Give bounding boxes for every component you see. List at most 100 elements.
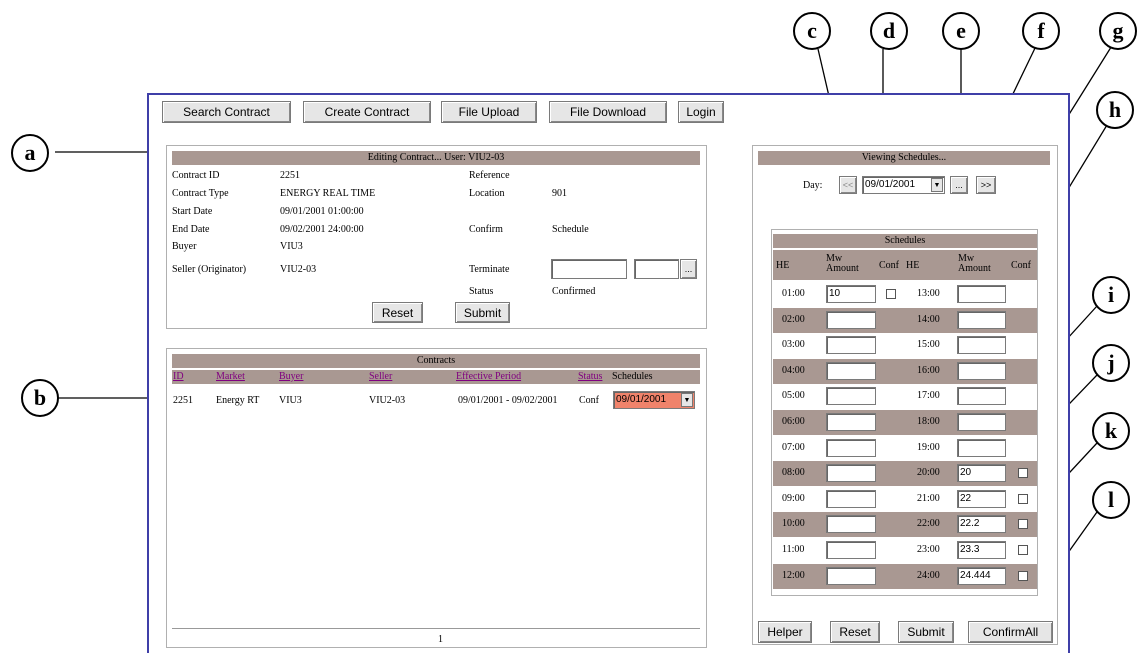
callout-i: i — [1092, 276, 1130, 314]
callout-h: h — [1096, 91, 1134, 129]
schedule-mw-input[interactable] — [957, 439, 1006, 457]
col-he-1: HE — [776, 260, 790, 271]
row-market: Energy RT — [216, 395, 260, 406]
schedule-mw-input[interactable] — [826, 413, 876, 431]
chevron-down-icon[interactable]: ▼ — [931, 178, 943, 192]
seller-label: Seller (Originator) — [172, 264, 247, 275]
login-button[interactable]: Login — [678, 101, 724, 123]
col-seller-link[interactable]: Seller — [369, 371, 392, 382]
schedule-mw-input[interactable] — [826, 490, 876, 508]
prev-day-button[interactable]: << — [839, 176, 857, 194]
terminate-picker-button[interactable]: ... — [680, 259, 697, 279]
schedule-mw-input[interactable] — [826, 515, 876, 533]
schedule-conf-checkbox[interactable] — [1018, 545, 1028, 555]
schedule-he: 08:00 — [782, 467, 805, 478]
terminate-date-input[interactable] — [551, 259, 627, 279]
schedule-conf-checkbox[interactable] — [886, 289, 896, 299]
schedule-conf-checkbox[interactable] — [1018, 571, 1028, 581]
schedule-mw-input[interactable] — [826, 567, 876, 585]
schedule-mw-input[interactable] — [957, 413, 1006, 431]
reference-label: Reference — [469, 170, 510, 181]
schedule-mw-input[interactable] — [826, 464, 876, 482]
schedule-he: 24:00 — [917, 570, 940, 581]
confirm-all-button[interactable]: ConfirmAll — [968, 621, 1053, 643]
schedule-mw-input[interactable] — [826, 439, 876, 457]
row-buyer: VIU3 — [279, 395, 302, 406]
schedule-mw-input[interactable] — [957, 336, 1006, 354]
callout-f: f — [1022, 12, 1060, 50]
file-upload-button[interactable]: File Upload — [441, 101, 537, 123]
schedule-he: 18:00 — [917, 416, 940, 427]
confirm-value: Schedule — [552, 224, 589, 235]
next-day-button[interactable]: >> — [976, 176, 996, 194]
schedule-he: 07:00 — [782, 442, 805, 453]
schedule-reset-button[interactable]: Reset — [830, 621, 880, 643]
schedule-he: 14:00 — [917, 314, 940, 325]
schedule-mw-input[interactable] — [826, 387, 876, 405]
col-buyer-link[interactable]: Buyer — [279, 371, 303, 382]
schedule-he: 15:00 — [917, 339, 940, 350]
schedule-mw-input[interactable] — [826, 541, 876, 559]
schedule-mw-input[interactable] — [957, 311, 1006, 329]
schedule-mw-input[interactable]: 20 — [957, 464, 1006, 482]
editing-contract-header: Editing Contract... User: VIU2-03 — [172, 151, 700, 165]
col-mw-2-line2: Amount — [958, 263, 991, 274]
col-he-2: HE — [906, 260, 920, 271]
buyer-label: Buyer — [172, 241, 197, 252]
schedule-mw-input[interactable]: 10 — [826, 285, 876, 303]
create-contract-button[interactable]: Create Contract — [303, 101, 431, 123]
col-id-link[interactable]: ID — [173, 371, 184, 382]
schedule-he: 10:00 — [782, 518, 805, 529]
schedules-header: Schedules — [773, 234, 1037, 248]
row-seller: VIU2-03 — [369, 395, 406, 406]
day-select-value: 09/01/2001 — [865, 179, 916, 190]
helper-button[interactable]: Helper — [758, 621, 812, 643]
schedule-mw-input[interactable]: 22.2 — [957, 515, 1006, 533]
schedule-he: 09:00 — [782, 493, 805, 504]
col-market-link[interactable]: Market — [216, 371, 245, 382]
schedule-mw-input[interactable]: 24.444 — [957, 567, 1006, 585]
end-date-value: 09/02/2001 24:00:00 — [280, 224, 364, 235]
schedule-mw-input[interactable] — [826, 336, 876, 354]
viewing-schedules-header: Viewing Schedules... — [758, 151, 1050, 165]
col-status-link[interactable]: Status — [578, 371, 602, 382]
schedule-mw-input[interactable] — [826, 362, 876, 380]
schedule-mw-input[interactable] — [957, 387, 1006, 405]
schedule-conf-checkbox[interactable] — [1018, 468, 1028, 478]
schedule-mw-input[interactable] — [957, 285, 1006, 303]
row-id: 2251 — [173, 395, 193, 406]
submit-button[interactable]: Submit — [455, 302, 510, 323]
start-date-label: Start Date — [172, 206, 213, 217]
schedule-he: 17:00 — [917, 390, 940, 401]
col-conf-2: Conf — [1011, 260, 1031, 271]
terminate-time-input[interactable] — [634, 259, 679, 279]
chevron-down-icon[interactable]: ▼ — [681, 393, 693, 407]
editing-contract-panel — [166, 145, 707, 329]
confirm-label: Confirm — [469, 224, 503, 235]
col-effective-period-link[interactable]: Effective Period — [456, 371, 521, 382]
search-contract-button[interactable]: Search Contract — [162, 101, 291, 123]
col-conf-1: Conf — [879, 260, 899, 271]
status-value: Confirmed — [552, 286, 596, 297]
date-picker-button[interactable]: ... — [950, 176, 968, 194]
file-download-button[interactable]: File Download — [549, 101, 667, 123]
schedule-conf-checkbox[interactable] — [1018, 519, 1028, 529]
schedule-he: 12:00 — [782, 570, 805, 581]
schedule-he: 19:00 — [917, 442, 940, 453]
callout-e: e — [942, 12, 980, 50]
callout-c: c — [793, 12, 831, 50]
schedule-mw-input[interactable]: 22 — [957, 490, 1006, 508]
schedule-he: 03:00 — [782, 339, 805, 350]
schedule-mw-input[interactable] — [957, 362, 1006, 380]
schedule-submit-button[interactable]: Submit — [898, 621, 954, 643]
schedule-he: 02:00 — [782, 314, 805, 325]
schedule-conf-checkbox[interactable] — [1018, 494, 1028, 504]
location-label: Location — [469, 188, 505, 199]
schedule-mw-input[interactable] — [826, 311, 876, 329]
end-date-label: End Date — [172, 224, 210, 235]
terminate-label: Terminate — [469, 264, 510, 275]
row-period: 09/01/2001 - 09/02/2001 — [458, 395, 558, 406]
schedule-mw-input[interactable]: 23.3 — [957, 541, 1006, 559]
reset-button[interactable]: Reset — [372, 302, 423, 323]
seller-value: VIU2-03 — [280, 264, 317, 275]
